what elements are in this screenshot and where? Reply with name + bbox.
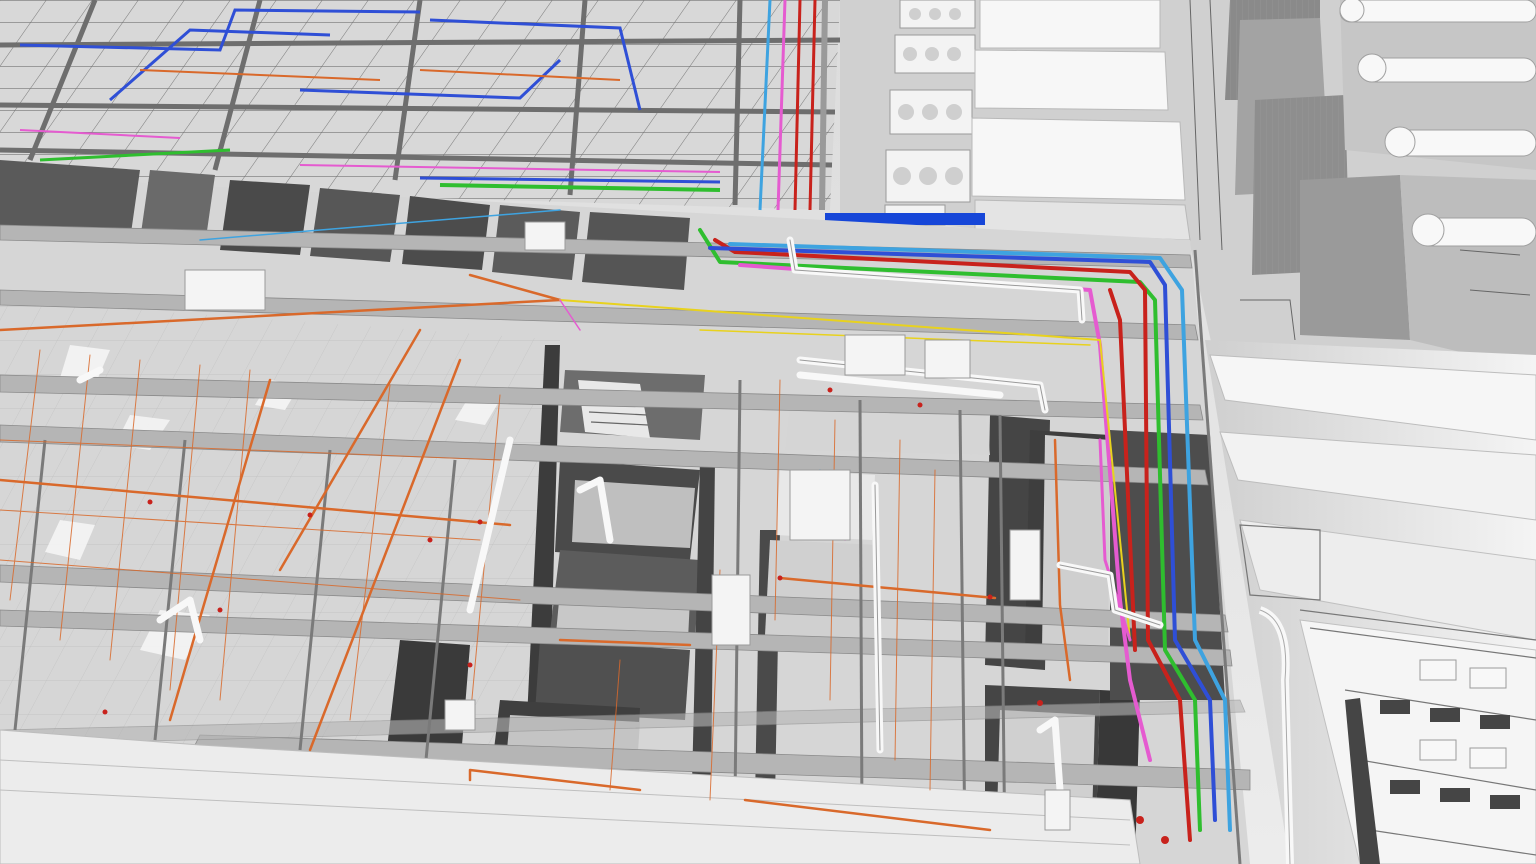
bim-mep-model-render — [0, 0, 1536, 864]
